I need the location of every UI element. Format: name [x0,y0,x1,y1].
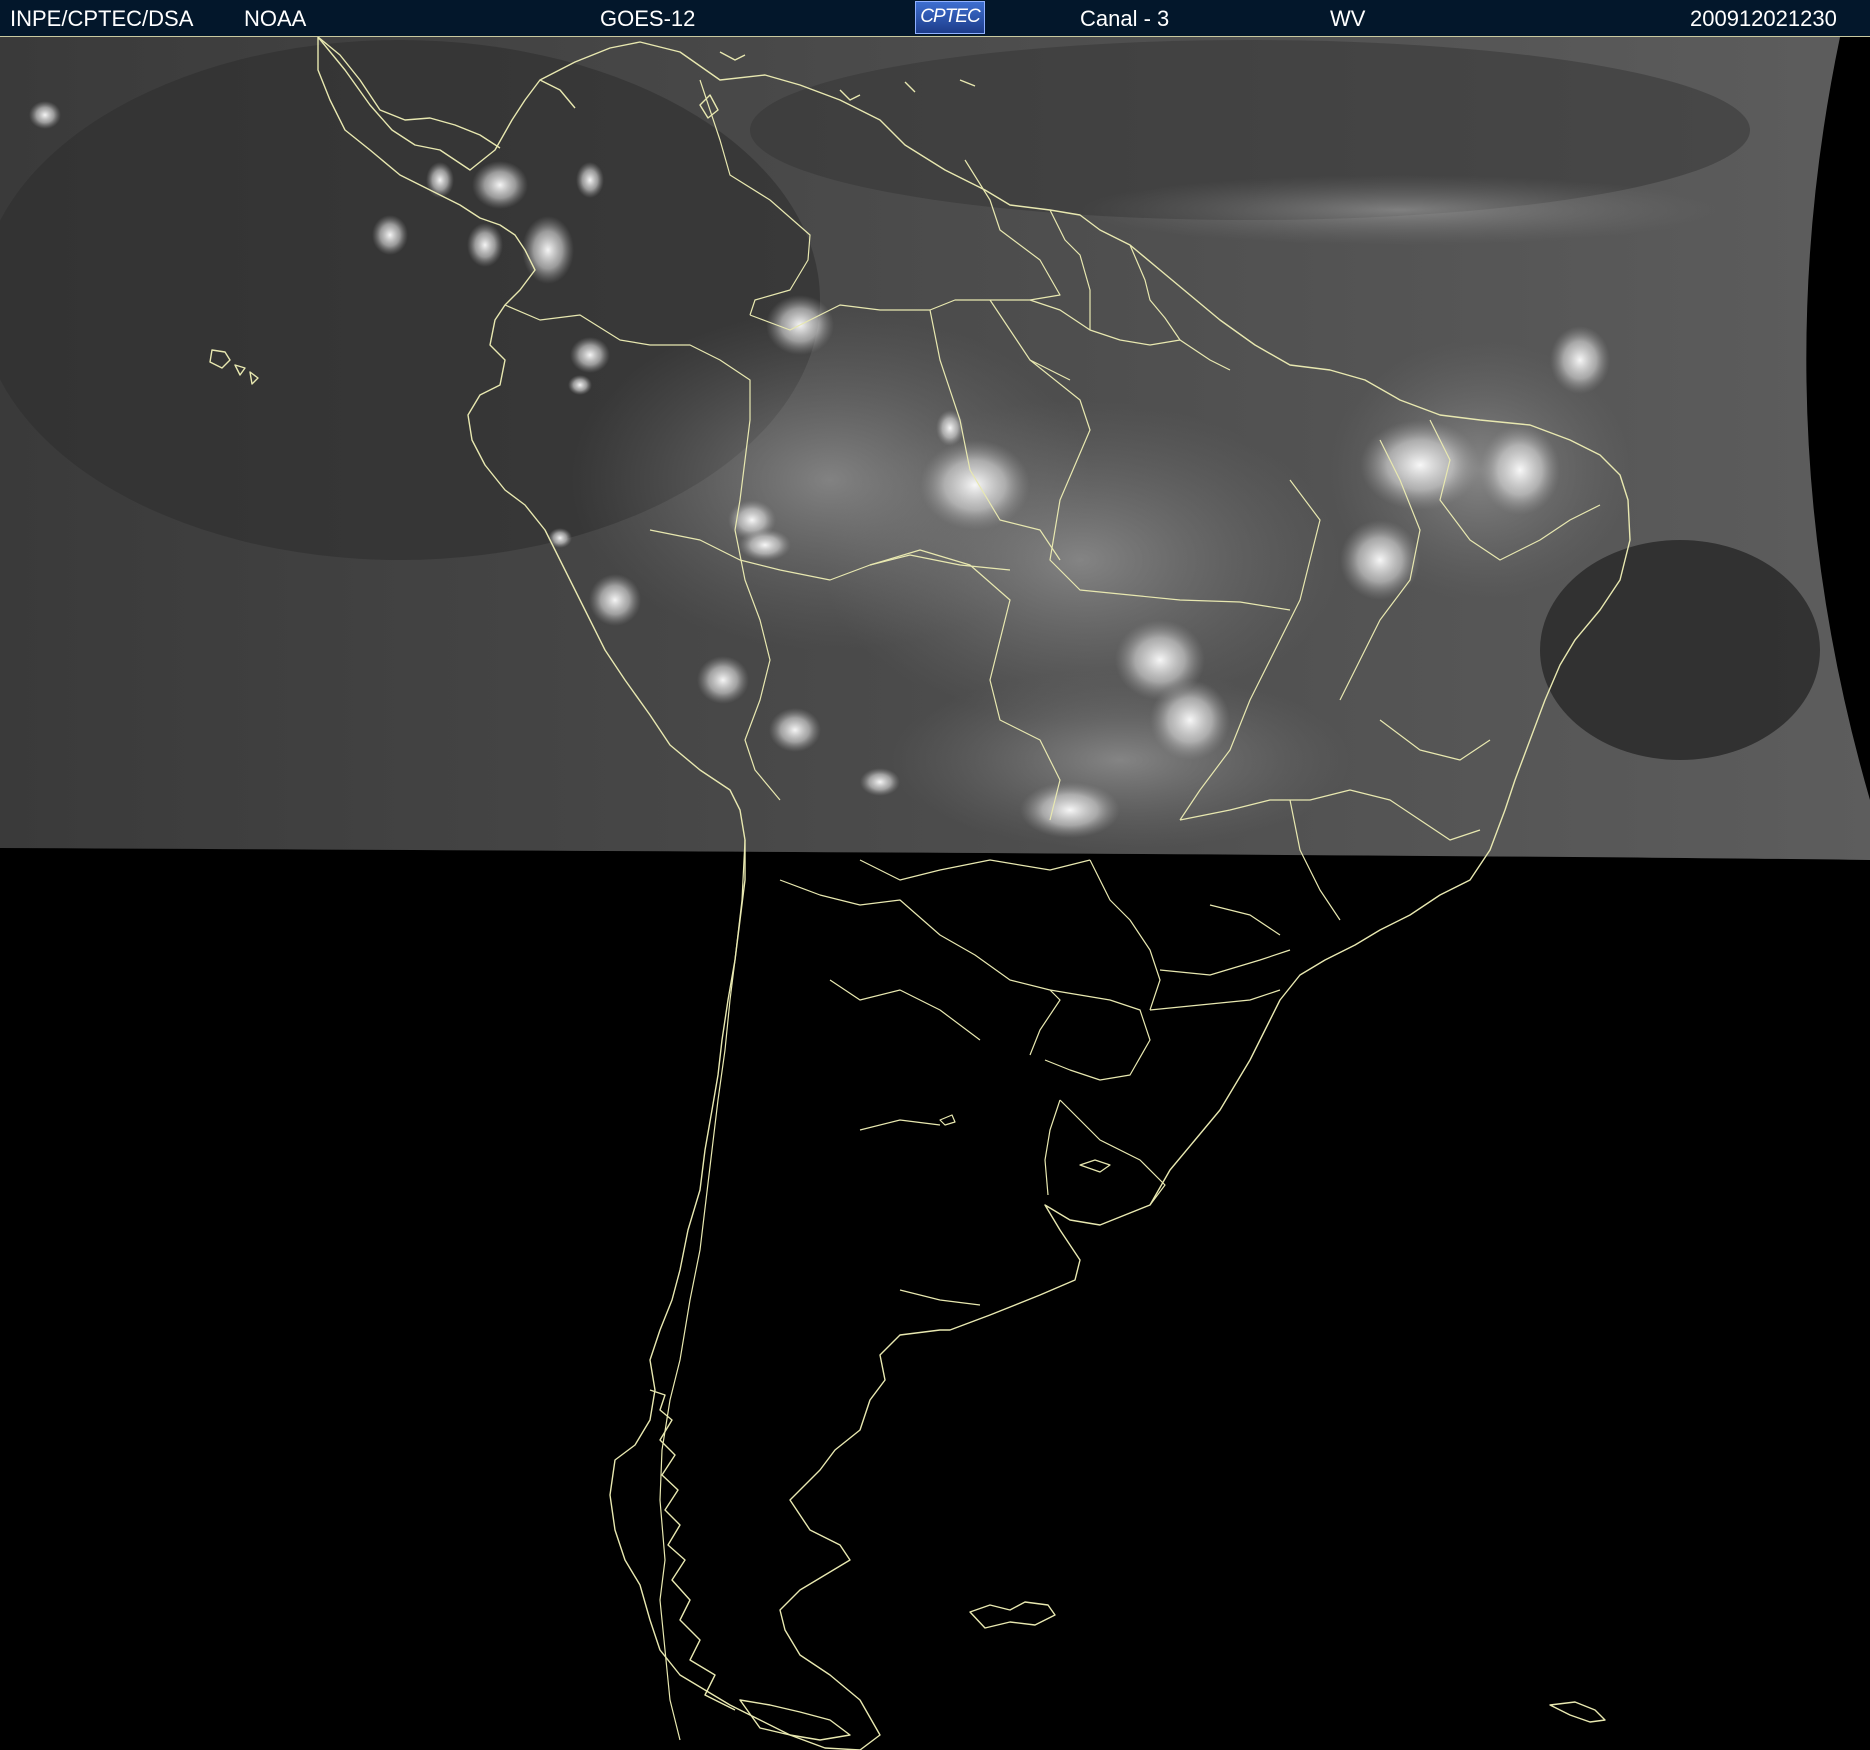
timestamp-label: 200912021230 [1690,6,1837,31]
border-uruguay [1059,1099,1166,1206]
argentina-provinces [829,979,981,1306]
header-bar: INPE/CPTEC/DSA NOAA GOES-12 CPTEC Canal … [0,0,1870,37]
cptec-logo: CPTEC [915,1,985,34]
cptec-logo-text: CPTEC [920,6,980,27]
border-paraguay [1044,989,1151,1081]
band-label: WV [1330,6,1366,31]
satellite-image [0,37,1870,1750]
brazil-states-south [1149,904,1291,1011]
border-paraguay-brazil [1089,859,1161,1011]
buenos-aires-lakes [939,1114,1111,1173]
channel-label: Canal - 3 [1080,6,1170,31]
falkland-islands [969,1601,1056,1629]
chilean-fjords [649,1389,736,1711]
border-argentina-uruguay [1044,1099,1061,1196]
tierra-del-fuego [739,1699,851,1741]
satellite-label: GOES-12 [600,6,696,31]
agency-label: INPE/CPTEC/DSA [10,6,194,31]
wv-imagery [0,37,1870,860]
border-argentina-bolivia [779,879,1061,1056]
border-bolivia-paraguay [859,859,1091,881]
south-georgia-island [1549,1701,1606,1723]
source-label: NOAA [244,6,307,31]
